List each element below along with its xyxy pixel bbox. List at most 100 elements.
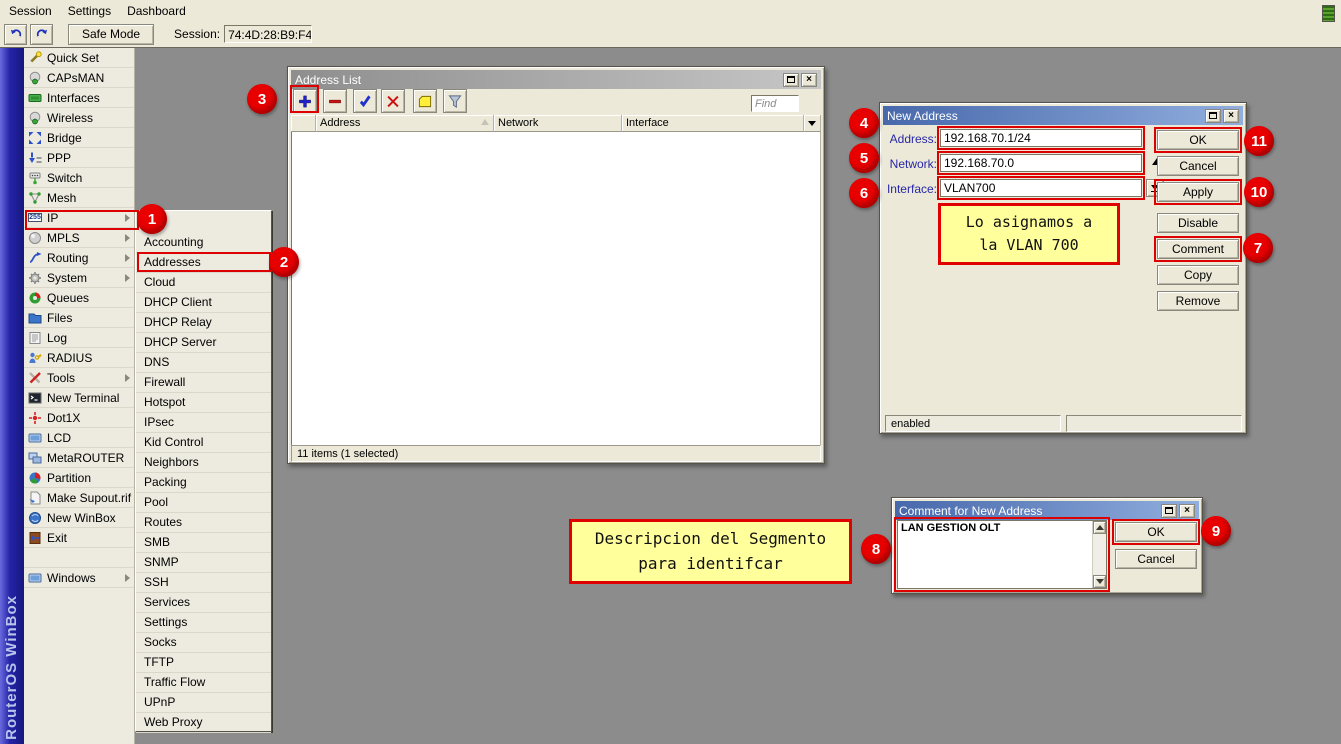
disable-button[interactable] — [381, 89, 405, 113]
close-button[interactable]: × — [1223, 109, 1239, 123]
sidebar-item-lcd[interactable]: LCD — [24, 428, 134, 448]
scrollbar[interactable] — [1092, 521, 1106, 588]
ip-icon: 255 — [28, 211, 42, 225]
close-button[interactable]: × — [1179, 504, 1195, 518]
submenu-item-web-proxy[interactable]: Web Proxy — [136, 713, 271, 733]
redo-button[interactable] — [30, 24, 53, 45]
sidebar-item-log[interactable]: Log — [24, 328, 134, 348]
column-header-interface[interactable]: Interface — [622, 115, 804, 132]
comment-textarea[interactable]: LAN GESTION OLT — [897, 520, 1107, 589]
submenu-item-tftp[interactable]: TFTP — [136, 653, 271, 673]
apply-button[interactable]: Apply — [1157, 182, 1239, 202]
sidebar-item-new-winbox[interactable]: New WinBox — [24, 508, 134, 528]
comment-tool-button[interactable] — [413, 89, 437, 113]
submenu-item-services[interactable]: Services — [136, 593, 271, 613]
submenu-item-hotspot[interactable]: Hotspot — [136, 393, 271, 413]
maximize-button[interactable] — [783, 73, 799, 87]
ok-button[interactable]: OK — [1157, 130, 1239, 150]
submenu-item-firewall[interactable]: Firewall — [136, 373, 271, 393]
submenu-item-neighbors[interactable]: Neighbors — [136, 453, 271, 473]
submenu-item-snmp[interactable]: SNMP — [136, 553, 271, 573]
sidebar-item-queues[interactable]: Queues — [24, 288, 134, 308]
sidebar-item-ip[interactable]: 255 IP — [24, 208, 134, 228]
sidebar-item-ppp[interactable]: PPP — [24, 148, 134, 168]
sidebar-item-files[interactable]: Files — [24, 308, 134, 328]
maximize-button[interactable] — [1161, 504, 1177, 518]
address-list-titlebar[interactable]: Address List × — [291, 70, 821, 89]
submenu-item-dhcp-server[interactable]: DHCP Server — [136, 333, 271, 353]
submenu-item-settings[interactable]: Settings — [136, 613, 271, 633]
submenu-item-traffic-flow[interactable]: Traffic Flow — [136, 673, 271, 693]
interface-field[interactable] — [940, 179, 1142, 197]
sidebar-item-make-supout-rif[interactable]: Make Supout.rif — [24, 488, 134, 508]
sidebar-item-windows[interactable]: Windows — [24, 568, 134, 588]
comment-cancel-button[interactable]: Cancel — [1115, 549, 1197, 569]
close-button[interactable]: × — [801, 73, 817, 87]
segment-annotation-note: Descripcion del Segmento para identifcar — [569, 519, 852, 584]
submenu-item-dhcp-relay[interactable]: DHCP Relay — [136, 313, 271, 333]
session-field[interactable]: 74:4D:28:B9:F4:22 — [224, 25, 312, 43]
undo-button[interactable] — [4, 24, 27, 45]
submenu-item-socks[interactable]: Socks — [136, 633, 271, 653]
sidebar-item-routing[interactable]: Routing — [24, 248, 134, 268]
add-address-button[interactable] — [293, 89, 317, 113]
submenu-item-dhcp-client[interactable]: DHCP Client — [136, 293, 271, 313]
sidebar-item-wireless[interactable]: Wireless — [24, 108, 134, 128]
copy-button[interactable]: Copy — [1157, 265, 1239, 285]
selector-column-header[interactable] — [291, 115, 316, 132]
scroll-down-button[interactable] — [1093, 575, 1106, 588]
submenu-item-pool[interactable]: Pool — [136, 493, 271, 513]
sidebar-item-quick-set[interactable]: Quick Set — [24, 48, 134, 68]
network-field[interactable] — [940, 154, 1142, 172]
find-input[interactable] — [751, 95, 799, 112]
address-field[interactable] — [940, 129, 1142, 147]
sidebar-item-switch[interactable]: Switch — [24, 168, 134, 188]
sidebar-item-metarouter[interactable]: MetaROUTER — [24, 448, 134, 468]
menu-session[interactable]: Session — [4, 1, 63, 21]
column-header-network[interactable]: Network — [494, 115, 622, 132]
disable-button[interactable]: Disable — [1157, 213, 1239, 233]
bridge-icon — [28, 131, 42, 145]
submenu-item-smb[interactable]: SMB — [136, 533, 271, 553]
submenu-item-addresses[interactable]: Addresses — [136, 253, 271, 273]
sidebar-item-interfaces[interactable]: Interfaces — [24, 88, 134, 108]
comment-button[interactable]: Comment — [1157, 239, 1239, 259]
submenu-item-upnp[interactable]: UPnP — [136, 693, 271, 713]
menu-settings[interactable]: Settings — [63, 1, 122, 21]
submenu-item-packing[interactable]: Packing — [136, 473, 271, 493]
address-list-content[interactable] — [291, 132, 821, 445]
submenu-item-dns[interactable]: DNS — [136, 353, 271, 373]
enable-button[interactable] — [353, 89, 377, 113]
remove-address-button[interactable] — [323, 89, 347, 113]
comment-ok-button[interactable]: OK — [1115, 522, 1197, 542]
step-badge-4: 4 — [849, 108, 879, 138]
submenu-item-accounting[interactable]: Accounting — [136, 233, 271, 253]
scroll-up-button[interactable] — [1093, 521, 1106, 534]
sidebar-item-exit[interactable]: Exit — [24, 528, 134, 548]
submenu-item-routes[interactable]: Routes — [136, 513, 271, 533]
filter-button[interactable] — [443, 89, 467, 113]
sidebar-item-dot1x[interactable]: Dot1X — [24, 408, 134, 428]
sidebar-item-partition[interactable]: Partition — [24, 468, 134, 488]
column-options-dropdown[interactable] — [804, 115, 821, 132]
submenu-item-kid-control[interactable]: Kid Control — [136, 433, 271, 453]
new-address-titlebar[interactable]: New Address × — [883, 106, 1243, 125]
menu-dashboard[interactable]: Dashboard — [122, 1, 197, 21]
sidebar-item-capsman[interactable]: CAPsMAN — [24, 68, 134, 88]
sidebar-item-radius[interactable]: RADIUS — [24, 348, 134, 368]
sidebar-item-bridge[interactable]: Bridge — [24, 128, 134, 148]
safe-mode-button[interactable]: Safe Mode — [68, 24, 154, 45]
comment-dialog-titlebar[interactable]: Comment for New Address × — [895, 501, 1199, 520]
column-header-address[interactable]: Address — [316, 115, 494, 132]
remove-button[interactable]: Remove — [1157, 291, 1239, 311]
cancel-button[interactable]: Cancel — [1157, 156, 1239, 176]
submenu-item-ssh[interactable]: SSH — [136, 573, 271, 593]
submenu-item-ipsec[interactable]: IPsec — [136, 413, 271, 433]
submenu-item-cloud[interactable]: Cloud — [136, 273, 271, 293]
sidebar-item-mpls[interactable]: MPLS — [24, 228, 134, 248]
sidebar-item-system[interactable]: System — [24, 268, 134, 288]
sidebar-item-new-terminal[interactable]: New Terminal — [24, 388, 134, 408]
sidebar-item-mesh[interactable]: Mesh — [24, 188, 134, 208]
sidebar-item-tools[interactable]: Tools — [24, 368, 134, 388]
maximize-button[interactable] — [1205, 109, 1221, 123]
